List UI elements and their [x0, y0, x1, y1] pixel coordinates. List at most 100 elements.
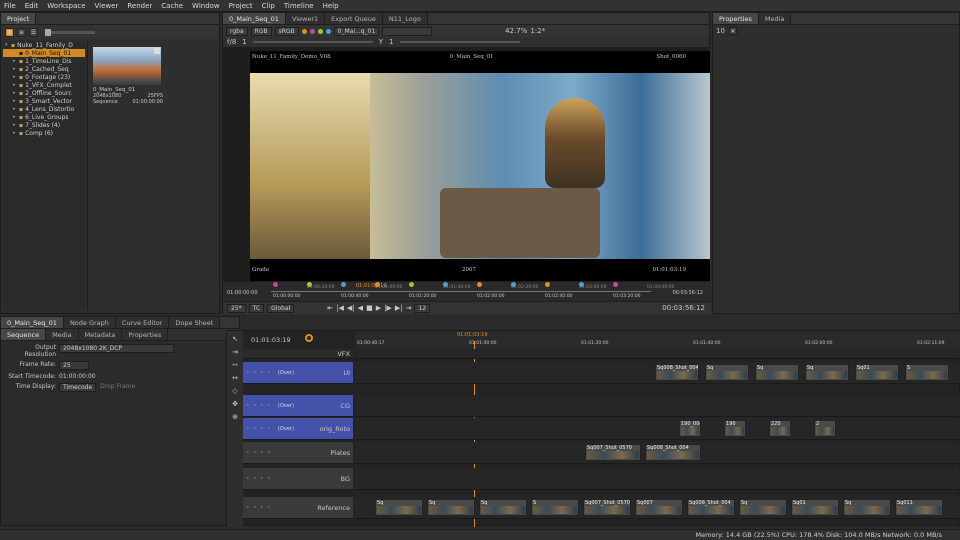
eye-icon[interactable]: ◦	[253, 449, 260, 456]
eye-icon[interactable]: ◦	[253, 369, 260, 376]
color-swatch-icon[interactable]	[317, 28, 323, 34]
timeline-clip[interactable]: Sq	[479, 499, 527, 516]
timeline-ruler[interactable]: 01:01:03:19 01:00:40:17 01:01:00:00 01:01:…	[355, 331, 960, 349]
mute-icon[interactable]: ◦	[260, 449, 267, 456]
sequence-tab-3[interactable]: Properties	[122, 329, 169, 340]
timeline-clip[interactable]: Sq	[805, 364, 849, 381]
tag-marker-icon[interactable]	[341, 282, 346, 287]
viewer-tab-3[interactable]: N11_Logo	[382, 13, 428, 24]
mute-icon[interactable]: ◦	[260, 504, 267, 511]
timeline-clip[interactable]: Sq011	[895, 499, 943, 516]
frame-rate-dropdown[interactable]: 25	[59, 361, 89, 370]
bottom-tab-2[interactable]: Curve Editor	[115, 317, 170, 328]
move-tool-icon[interactable]: ⇥	[232, 348, 238, 356]
clip-thumbnail-card[interactable]: 0_Main_Seq_01 2048x1080 25FPS Sequence 01:…	[93, 47, 163, 133]
drop-frame-checkbox[interactable]: Drop Frame	[100, 383, 135, 392]
track-header-vfx[interactable]: VFX	[243, 349, 353, 359]
play-icon[interactable]: ▶	[376, 304, 381, 312]
tag-marker-icon[interactable]	[579, 282, 584, 287]
timeline-clip[interactable]: S	[531, 499, 579, 516]
track-header-ui[interactable]: ◦ ◦ ◦ ◦ (Over) UI	[243, 362, 353, 384]
gain-value[interactable]: 1	[242, 38, 246, 46]
select-tool-icon[interactable]: ↖	[232, 335, 238, 343]
thumb-size-slider[interactable]	[45, 28, 95, 36]
lock-icon[interactable]: ◦	[246, 425, 253, 432]
tag-marker-icon[interactable]	[273, 282, 278, 287]
proxy-ratio[interactable]: 1:2*	[530, 27, 545, 35]
mute-icon[interactable]: ◦	[260, 402, 267, 409]
track-lane[interactable]	[355, 418, 960, 440]
timeline-clip[interactable]: 190	[724, 420, 746, 437]
solo-icon[interactable]: ◦	[267, 425, 274, 432]
viewer-tab-0[interactable]: 0_Main_Seq_01	[223, 13, 286, 24]
viewer-tab-2[interactable]: Export Queue	[325, 13, 383, 24]
timeline-clip[interactable]: Sq008_Shot_004	[687, 499, 735, 516]
bin-item[interactable]: ▸ ▪ 0_Footage (23)	[3, 73, 85, 81]
time-display-dropdown[interactable]: Timecode	[59, 383, 97, 392]
solo-icon[interactable]: ◦	[267, 475, 274, 482]
lock-icon[interactable]: ◦	[246, 475, 253, 482]
viewer-timeline[interactable]: 01:00:00:00 00:03:56:12 01:01:03:19 01:0…	[223, 282, 711, 301]
bin-item[interactable]: ▸ ▪ 2_Cached_Seq	[3, 65, 85, 73]
viewer-canvas[interactable]: Nuke_11_Family_Demo_V08 0_Main_Seq_01 Sh…	[250, 51, 710, 281]
bin-item[interactable]: ▸ ▪ 1_TimeLine_Dis	[3, 57, 85, 65]
menu-item-timeline[interactable]: Timeline	[284, 2, 314, 10]
timeline-clip[interactable]: Sq008_Shot_004	[645, 444, 701, 461]
track-header-cg[interactable]: ◦ ◦ ◦ ◦ (Over) CG	[243, 395, 353, 417]
track-header-reference[interactable]: ◦ ◦ ◦ ◦ Reference	[243, 497, 353, 519]
trim-tool-icon[interactable]: ⇿	[232, 361, 238, 369]
bottom-tab-1[interactable]: Node Graph	[63, 317, 116, 328]
eye-icon[interactable]: ◦	[253, 425, 260, 432]
bin-item[interactable]: ▸ ▪ 7_Slides (4)	[3, 121, 85, 129]
output-resolution-dropdown[interactable]: 2048x1080 2K_DCP	[59, 344, 174, 353]
properties-tab-1[interactable]: Media	[758, 13, 792, 24]
colorspace-dropdown[interactable]: RGB	[250, 26, 272, 36]
eye-icon[interactable]: ◦	[253, 504, 260, 511]
bin-item[interactable]: ▸ ▪ 4_Lens_Distortio	[3, 105, 85, 113]
properties-tab-0[interactable]: Properties	[713, 13, 759, 24]
timeline-clip[interactable]: Sq	[705, 364, 749, 381]
detail-view-icon[interactable]: ☰	[29, 27, 38, 37]
track-lane[interactable]	[355, 468, 960, 490]
play-reverse-icon[interactable]: ◀	[358, 304, 363, 312]
frame-increment[interactable]: 12	[414, 303, 431, 313]
next-keyframe-icon[interactable]: ▶|	[395, 304, 403, 312]
track-lane[interactable]	[355, 349, 960, 359]
playhead-snap-icon[interactable]	[305, 334, 313, 342]
lock-icon[interactable]: ◦	[246, 369, 253, 376]
timeline-clip[interactable]: Sq	[739, 499, 787, 516]
bottom-tab-3[interactable]: Dope Sheet	[169, 317, 221, 328]
color-swatch-icon[interactable]	[301, 28, 307, 34]
bin-item[interactable]: ▸ ▪ Comp (6)	[3, 129, 85, 137]
razor-tool-icon[interactable]: ◇	[232, 387, 237, 395]
timeline-clip[interactable]: 190_004	[679, 420, 701, 437]
list-view-icon[interactable]: ≡	[17, 27, 26, 37]
lock-icon[interactable]: ◦	[246, 402, 253, 409]
color-swatch-icon[interactable]	[325, 28, 331, 34]
stop-icon[interactable]: ■	[366, 304, 373, 312]
color-swatch-icon[interactable]	[309, 28, 315, 34]
menu-item-clip[interactable]: Clip	[262, 2, 275, 10]
menu-item-viewer[interactable]: Viewer	[95, 2, 119, 10]
grid-view-icon[interactable]: ▦	[5, 27, 14, 37]
menu-item-file[interactable]: File	[4, 2, 16, 10]
start-timecode-field[interactable]: 01:00:00:00	[59, 373, 189, 380]
sequence-tab-2[interactable]: Metadata	[78, 329, 123, 340]
mute-icon[interactable]: ◦	[260, 369, 267, 376]
zoom-level[interactable]: 42.7%	[505, 27, 527, 35]
out-point-icon[interactable]: ⇥	[406, 304, 412, 312]
input-a-dropdown[interactable]: 0_Mai...q_01	[333, 26, 380, 36]
timeline-clip[interactable]: Sq007_Shot_0570	[583, 499, 631, 516]
eye-icon[interactable]: ◦	[253, 475, 260, 482]
lock-icon[interactable]: ◦	[246, 449, 253, 456]
zoom-tool-icon[interactable]: ⊕	[232, 413, 238, 421]
input-b-dropdown[interactable]	[382, 26, 433, 36]
gamma-value[interactable]: 1	[389, 38, 393, 46]
sequence-tab-0[interactable]: Sequence	[1, 329, 47, 340]
step-forward-icon[interactable]: |▶	[384, 304, 392, 312]
prev-keyframe-icon[interactable]: |◀	[336, 304, 344, 312]
bin-item[interactable]: ▾ ▪ Nuke_11_Family_D	[3, 41, 85, 49]
tag-marker-icon[interactable]	[613, 282, 618, 287]
multi-tool-icon[interactable]: ✥	[232, 400, 238, 408]
timeline-current-tc[interactable]: 01:01:03:19	[251, 336, 291, 344]
